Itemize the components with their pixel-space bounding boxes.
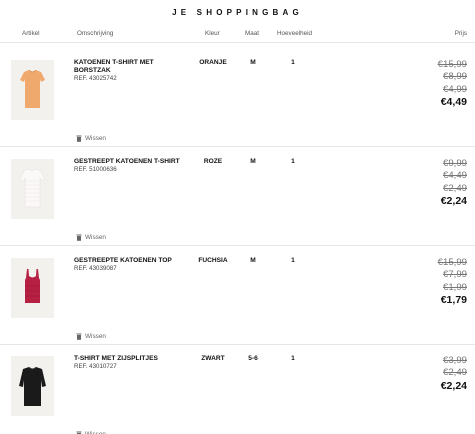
cart-item: GESTREEPT KATOENEN T-SHIRT REF. 51000636… <box>0 143 475 242</box>
old-price: €4,99 <box>442 83 467 95</box>
old-price: €2,49 <box>442 367 467 379</box>
old-price: €9,99 <box>442 158 467 169</box>
product-size: 5-6 <box>248 355 258 362</box>
column-header-description: Omschrijving <box>77 30 114 37</box>
product-name[interactable]: GESTREEPT KATOENEN T-SHIRT REF. 51000636 <box>74 158 192 174</box>
product-image-fuchsia-top[interactable] <box>11 258 54 318</box>
product-size: M <box>250 257 256 264</box>
product-color: ROZE <box>203 158 223 165</box>
product-image-orange-tshirt[interactable] <box>11 60 54 120</box>
old-price: €3,99 <box>442 355 467 366</box>
product-ref: REF. 51000636 <box>74 166 117 174</box>
product-ref: REF. 43010727 <box>74 363 117 371</box>
cart-item: GESTREEPTE KATOENEN TOP REF. 43039087 FU… <box>0 242 475 341</box>
table-header: Artikel Omschrijving Kleur Maat Hoeveelh… <box>0 30 475 42</box>
price-block: €3,99 €2,49 €2,24 <box>441 355 467 393</box>
trash-icon <box>76 234 82 241</box>
remove-label: Wissen <box>85 333 106 340</box>
column-header-article: Artikel <box>22 30 40 37</box>
remove-label: Wissen <box>85 234 106 241</box>
remove-button[interactable]: Wissen <box>76 234 106 241</box>
product-image-white-striped-tshirt[interactable] <box>11 159 54 219</box>
product-quantity[interactable]: 1 <box>280 257 306 264</box>
price-block: €15,99 €7,99 €1,99 €1,79 <box>438 257 467 307</box>
old-price: €8,99 <box>442 71 467 83</box>
product-color: FUCHSIA <box>198 257 228 264</box>
header-divider <box>0 42 475 43</box>
column-header-color: Kleur <box>205 30 220 37</box>
price-block: €9,99 €4,49 €2,49 €2,24 <box>441 158 467 208</box>
cart-item: KATOENEN T-SHIRT MET BORSTZAK REF. 43025… <box>0 44 475 143</box>
product-image-black-tshirt[interactable] <box>11 356 54 416</box>
product-name[interactable]: GESTREEPTE KATOENEN TOP REF. 43039087 <box>74 257 192 273</box>
current-price: €4,49 <box>440 95 467 108</box>
product-quantity[interactable]: 1 <box>280 158 306 165</box>
old-price: €4,49 <box>442 170 467 182</box>
product-quantity[interactable]: 1 <box>280 59 306 66</box>
product-ref: REF. 43025742 <box>74 75 117 83</box>
product-size: M <box>250 158 256 165</box>
current-price: €2,24 <box>440 194 467 207</box>
remove-button[interactable]: Wissen <box>76 333 106 340</box>
old-price: €15,99 <box>437 59 467 70</box>
old-price: €7,99 <box>442 269 467 281</box>
product-ref: REF. 43039087 <box>74 265 117 273</box>
trash-icon <box>76 333 82 340</box>
product-quantity[interactable]: 1 <box>280 355 306 362</box>
old-price: €2,49 <box>442 182 467 194</box>
product-color: ZWART <box>201 355 225 362</box>
product-size: M <box>250 59 256 66</box>
column-header-quantity: Hoeveelheid <box>277 30 313 37</box>
price-block: €15,99 €8,99 €4,99 €4,49 <box>438 59 467 109</box>
trash-icon <box>76 135 82 142</box>
product-color: ORANJE <box>199 59 227 66</box>
product-name[interactable]: T-SHIRT MET ZIJSPLITJES REF. 43010727 <box>74 355 192 371</box>
column-header-size: Maat <box>245 30 259 37</box>
remove-label: Wissen <box>85 135 106 142</box>
old-price: €15,99 <box>437 257 467 268</box>
column-header-price: Prijs <box>454 30 467 37</box>
old-price: €1,99 <box>442 281 467 293</box>
cart-item: T-SHIRT MET ZIJSPLITJES REF. 43010727 ZW… <box>0 340 475 434</box>
remove-button[interactable]: Wissen <box>76 135 106 142</box>
page-title: JE SHOPPINGBAG <box>172 8 303 17</box>
product-name[interactable]: KATOENEN T-SHIRT MET BORSTZAK REF. 43025… <box>74 59 192 84</box>
current-price: €2,24 <box>440 379 467 392</box>
current-price: €1,79 <box>440 293 467 306</box>
